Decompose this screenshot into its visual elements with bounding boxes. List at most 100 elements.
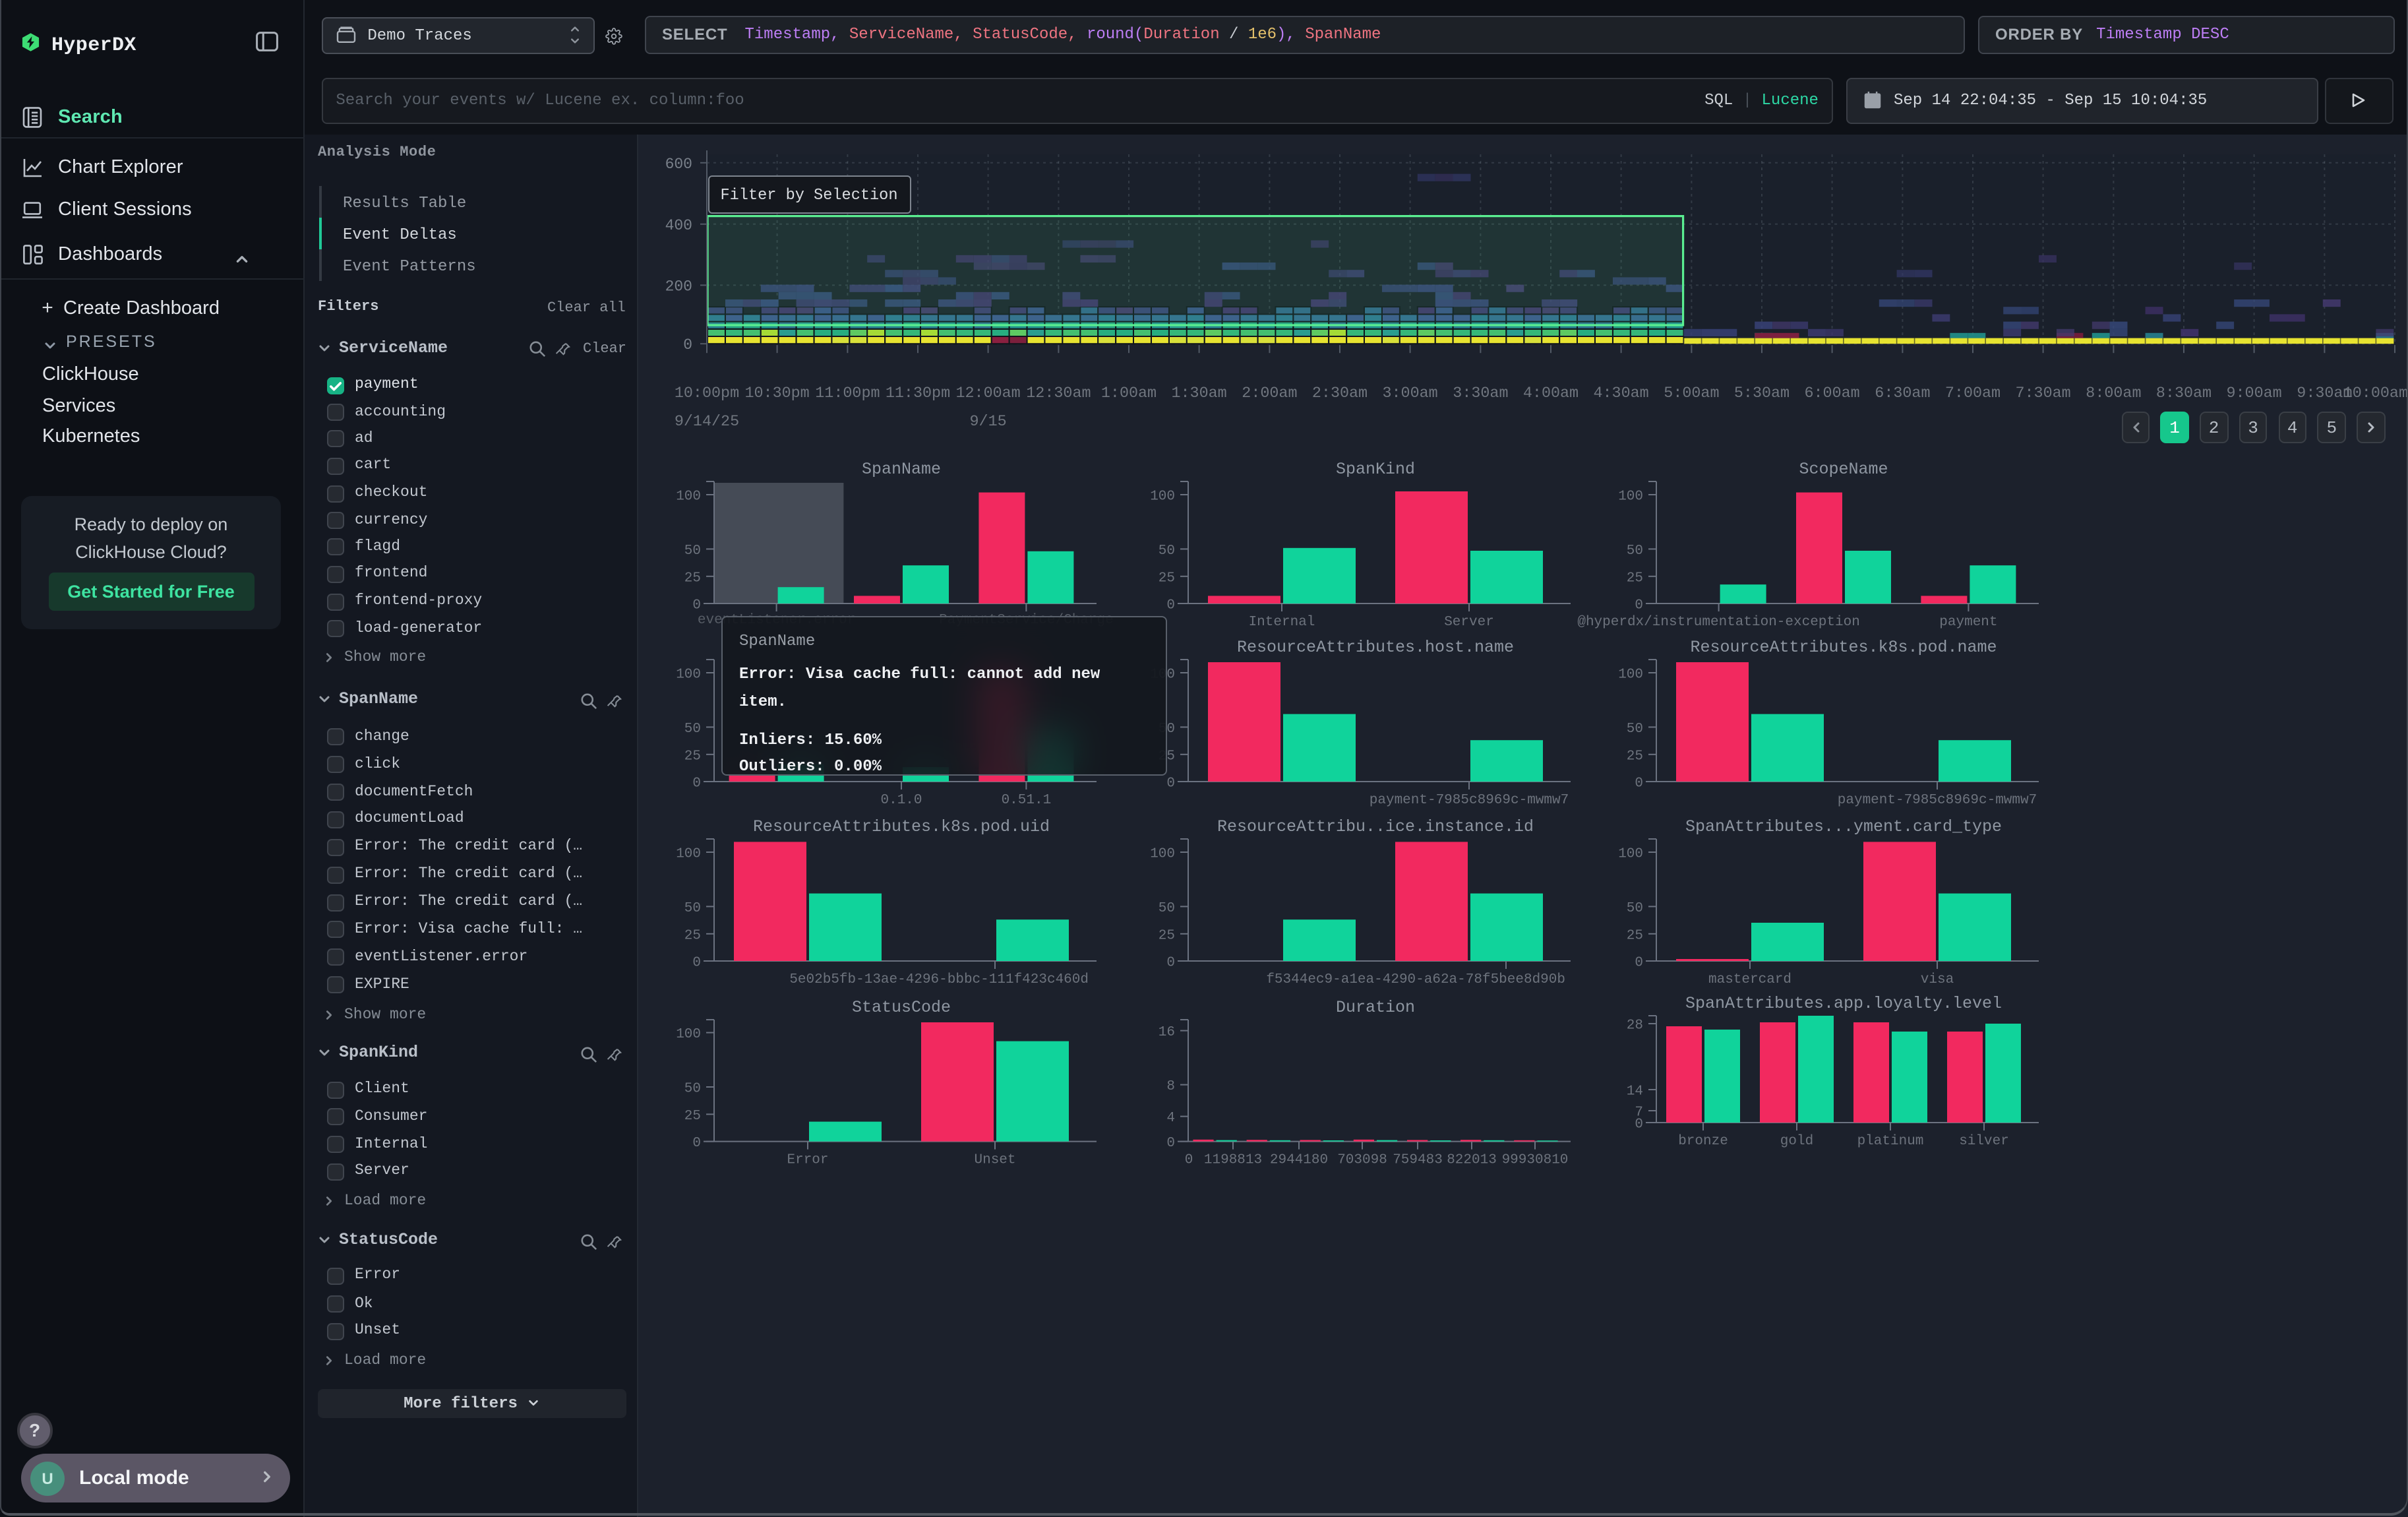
svg-text:99930810: 99930810 — [1502, 1153, 1569, 1168]
svg-text:bronze: bronze — [1678, 1134, 1728, 1149]
svg-text:SpanName: SpanName — [862, 460, 941, 479]
svg-text:14: 14 — [1627, 1084, 1643, 1099]
svg-text:Server: Server — [1444, 615, 1494, 630]
svg-text:2944180: 2944180 — [1270, 1153, 1328, 1168]
svg-text:11:30pm: 11:30pm — [886, 385, 950, 402]
svg-text:50: 50 — [684, 722, 701, 737]
svg-text:50: 50 — [684, 901, 701, 916]
svg-text:25: 25 — [684, 1109, 701, 1124]
svg-text:0: 0 — [692, 598, 701, 613]
svg-text:759483: 759483 — [1393, 1153, 1443, 1168]
svg-text:25: 25 — [684, 571, 701, 586]
svg-text:7:00am: 7:00am — [1945, 385, 2001, 402]
svg-text:0.51.1: 0.51.1 — [1002, 793, 1052, 808]
svg-text:25: 25 — [1627, 928, 1643, 943]
svg-text:1:30am: 1:30am — [1171, 385, 1226, 402]
svg-text:50: 50 — [684, 543, 701, 559]
svg-text:0: 0 — [1635, 598, 1643, 613]
svg-text:5e02b5fb-13ae-4296-bbbc-111f42: 5e02b5fb-13ae-4296-bbbc-111f423c460d — [789, 972, 1089, 987]
svg-text:10:00pm: 10:00pm — [675, 385, 739, 402]
svg-text:8:00am: 8:00am — [2086, 385, 2141, 402]
svg-text:100: 100 — [676, 1027, 701, 1042]
svg-text:28: 28 — [1627, 1018, 1643, 1034]
svg-text:11:00pm: 11:00pm — [815, 385, 880, 402]
svg-text:0.1.0: 0.1.0 — [880, 793, 922, 808]
svg-text:100: 100 — [676, 489, 701, 505]
svg-text:2:00am: 2:00am — [1242, 385, 1297, 402]
svg-text:8:30am: 8:30am — [2156, 385, 2212, 402]
svg-text:400: 400 — [665, 217, 692, 234]
svg-text:ResourceAttribu..ice.instance.: ResourceAttribu..ice.instance.id — [1217, 817, 1534, 836]
svg-text:6:00am: 6:00am — [1804, 385, 1859, 402]
svg-text:payment-7985c8969c-mwmw7: payment-7985c8969c-mwmw7 — [1838, 793, 2037, 808]
svg-text:ResourceAttributes.k8s.pod.nam: ResourceAttributes.k8s.pod.name — [1690, 638, 1997, 657]
svg-text:0: 0 — [692, 1136, 701, 1151]
svg-text:10:00am: 10:00am — [2343, 385, 2408, 402]
svg-text:ResourceAttributes.k8s.pod.uid: ResourceAttributes.k8s.pod.uid — [753, 817, 1050, 836]
svg-text:5:30am: 5:30am — [1734, 385, 1790, 402]
svg-text:100: 100 — [1618, 489, 1643, 505]
svg-text:50: 50 — [1627, 722, 1643, 737]
svg-text:25: 25 — [684, 928, 701, 943]
svg-text:100: 100 — [1150, 489, 1175, 505]
svg-text:50: 50 — [1159, 543, 1175, 559]
svg-text:@hyperdx/instrumentation-excep: @hyperdx/instrumentation-exception — [1577, 615, 1859, 630]
svg-text:Unset: Unset — [974, 1153, 1015, 1168]
svg-text:payment: payment — [1939, 615, 1997, 630]
svg-text:822013: 822013 — [1447, 1153, 1497, 1168]
svg-text:f5344ec9-a1ea-4290-a62a-78f5be: f5344ec9-a1ea-4290-a62a-78f5bee8d90b — [1266, 972, 1565, 987]
svg-text:50: 50 — [684, 1082, 701, 1097]
svg-text:0: 0 — [692, 956, 701, 971]
svg-text:visa: visa — [1921, 972, 1954, 987]
svg-text:12:30am: 12:30am — [1026, 385, 1091, 402]
svg-text:1:00am: 1:00am — [1101, 385, 1157, 402]
svg-text:ResourceAttributes.host.name: ResourceAttributes.host.name — [1237, 638, 1514, 657]
svg-text:25: 25 — [1159, 571, 1175, 586]
svg-text:0: 0 — [1166, 598, 1175, 613]
svg-text:4: 4 — [1166, 1111, 1175, 1126]
svg-text:ScopeName: ScopeName — [1799, 460, 1888, 479]
svg-text:8: 8 — [1166, 1079, 1175, 1094]
svg-text:100: 100 — [676, 847, 701, 862]
svg-text:0: 0 — [1166, 776, 1175, 791]
svg-text:gold: gold — [1780, 1134, 1813, 1149]
svg-text:5:00am: 5:00am — [1664, 385, 1719, 402]
svg-text:100: 100 — [1150, 847, 1175, 862]
svg-text:25: 25 — [1627, 571, 1643, 586]
svg-text:600: 600 — [665, 156, 692, 173]
svg-text:Internal: Internal — [1249, 615, 1315, 630]
svg-text:Error: Error — [787, 1153, 828, 1168]
svg-text:10:30pm: 10:30pm — [744, 385, 809, 402]
svg-text:25: 25 — [1159, 928, 1175, 943]
svg-text:1198813: 1198813 — [1204, 1153, 1262, 1168]
svg-text:0: 0 — [692, 776, 701, 791]
svg-text:0: 0 — [1635, 776, 1643, 791]
svg-text:SpanAttributes...yment.card_ty: SpanAttributes...yment.card_type — [1685, 817, 2002, 836]
svg-text:3:30am: 3:30am — [1453, 385, 1508, 402]
svg-text:0: 0 — [1166, 956, 1175, 971]
svg-text:2:30am: 2:30am — [1312, 385, 1368, 402]
svg-text:100: 100 — [1618, 667, 1643, 683]
svg-text:4:30am: 4:30am — [1593, 385, 1648, 402]
svg-text:0: 0 — [1185, 1153, 1193, 1168]
svg-text:9/14/25: 9/14/25 — [675, 414, 739, 431]
svg-text:SpanKind: SpanKind — [1336, 460, 1415, 479]
svg-text:703098: 703098 — [1337, 1153, 1387, 1168]
svg-text:3:00am: 3:00am — [1382, 385, 1437, 402]
svg-text:100: 100 — [1618, 847, 1643, 862]
svg-text:4:00am: 4:00am — [1523, 385, 1579, 402]
svg-text:100: 100 — [676, 667, 701, 683]
svg-text:9/15: 9/15 — [970, 414, 1007, 431]
svg-text:200: 200 — [665, 278, 692, 295]
svg-text:50: 50 — [1627, 901, 1643, 916]
svg-text:50: 50 — [1627, 543, 1643, 559]
svg-text:7:30am: 7:30am — [2015, 385, 2070, 402]
svg-text:0: 0 — [1635, 956, 1643, 971]
svg-text:0: 0 — [683, 336, 692, 354]
svg-text:0: 0 — [1635, 1117, 1643, 1132]
svg-text:50: 50 — [1159, 901, 1175, 916]
svg-text:platinum: platinum — [1857, 1134, 1924, 1149]
svg-text:Duration: Duration — [1336, 998, 1415, 1017]
svg-text:25: 25 — [1627, 749, 1643, 764]
svg-text:StatusCode: StatusCode — [852, 998, 951, 1017]
